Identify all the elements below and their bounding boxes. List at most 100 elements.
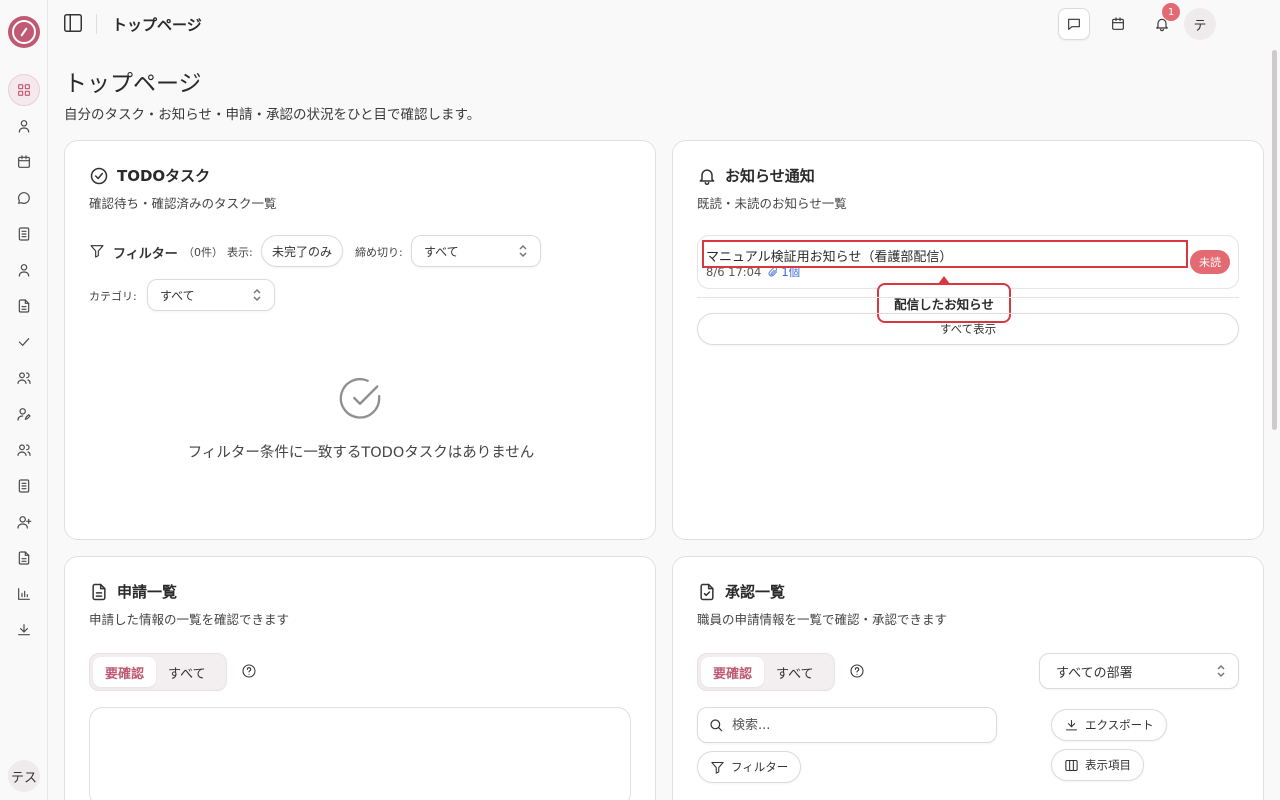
notification-count-badge: 1 bbox=[1162, 3, 1180, 21]
user-avatar[interactable]: テ bbox=[1184, 8, 1216, 40]
sidebar-item-approvals[interactable] bbox=[12, 330, 36, 354]
bell-icon bbox=[699, 168, 715, 185]
sidebar-item-calendar[interactable] bbox=[12, 150, 36, 174]
sidebar-item-profile[interactable] bbox=[12, 114, 36, 138]
deadline-label: 締め切り: bbox=[355, 246, 403, 259]
tab-all[interactable]: すべて bbox=[156, 657, 218, 687]
sidebar-item-staff[interactable] bbox=[12, 258, 36, 282]
divider bbox=[96, 14, 97, 34]
tab-all[interactable]: すべて bbox=[764, 657, 826, 687]
file-check-icon bbox=[700, 583, 714, 600]
todo-filter-label: フィルター bbox=[113, 247, 178, 262]
sidebar-toggle-button[interactable] bbox=[62, 12, 86, 36]
sidebar: テス bbox=[0, 0, 48, 800]
notices-card-header: お知らせ通知 bbox=[697, 165, 815, 186]
category-select[interactable]: すべて bbox=[147, 279, 275, 311]
chevron-updown-icon bbox=[252, 288, 262, 302]
sidebar-item-records[interactable] bbox=[12, 474, 36, 498]
columns-button-label: 表示項目 bbox=[1085, 758, 1131, 772]
show-all-button[interactable]: すべて表示 bbox=[697, 313, 1239, 345]
chevron-updown-icon bbox=[518, 244, 528, 258]
applications-card-header: 申請一覧 bbox=[89, 581, 177, 602]
applications-tab-group: 要確認 すべて bbox=[89, 653, 227, 691]
display-filter-button[interactable]: 未完了のみ bbox=[261, 235, 343, 267]
todo-card-header: TODOタスク bbox=[89, 165, 210, 186]
messages-button[interactable] bbox=[1058, 8, 1090, 40]
approvals-tab-group: 要確認 すべて bbox=[697, 653, 835, 691]
message-square-icon bbox=[1068, 18, 1080, 30]
notice-list-item[interactable]: マニュアル検証用お知らせ（看護部配信） 8/6 17:04 1個 未読 bbox=[697, 235, 1239, 289]
search-input[interactable] bbox=[732, 717, 972, 733]
user-icon bbox=[18, 264, 30, 277]
calendar-icon bbox=[18, 155, 30, 168]
users-icon bbox=[17, 372, 31, 384]
sidebar-item-dashboard[interactable] bbox=[8, 74, 40, 106]
download-icon bbox=[18, 624, 30, 636]
sidebar-item-download[interactable] bbox=[12, 618, 36, 642]
check-circle-icon bbox=[90, 167, 108, 184]
approvals-card: 承認一覧 職員の申請情報を一覧で確認・承認できます 要確認 すべて すべての部署… bbox=[672, 556, 1264, 800]
todo-description: 確認待ち・確認済みのタスク一覧 bbox=[89, 196, 277, 211]
topbar: トップページ 1 テ bbox=[48, 0, 1280, 48]
approvals-search[interactable] bbox=[697, 707, 997, 743]
bar-chart-icon bbox=[18, 588, 30, 600]
todo-card: TODOタスク 確認待ち・確認済みのタスク一覧 フィルター （0件） 表示: 未… bbox=[64, 140, 656, 540]
breadcrumb: トップページ bbox=[112, 16, 202, 34]
deadline-select[interactable]: すべて bbox=[411, 235, 541, 267]
highlight-annotation bbox=[702, 240, 1188, 268]
unread-status-badge: 未読 bbox=[1190, 250, 1230, 274]
scrollbar[interactable] bbox=[1268, 48, 1280, 800]
applications-description: 申請した情報の一覧を確認できます bbox=[89, 612, 290, 627]
sidebar-item-user-edit[interactable] bbox=[12, 402, 36, 426]
filter-button-label: フィルター bbox=[731, 760, 789, 774]
search-icon bbox=[710, 719, 723, 732]
notebook-icon bbox=[18, 479, 30, 493]
department-select[interactable]: すべての部署 bbox=[1039, 653, 1239, 689]
sidebar-item-chat[interactable] bbox=[12, 186, 36, 210]
department-value: すべての部署 bbox=[1056, 665, 1133, 681]
file-text-icon bbox=[92, 583, 106, 600]
notices-description: 既読・未読のお知らせ一覧 bbox=[697, 196, 847, 211]
tab-needs-review[interactable]: 要確認 bbox=[701, 657, 765, 687]
display-label: 表示: bbox=[227, 246, 253, 259]
category-label: カテゴリ: bbox=[89, 290, 137, 303]
page-title: トップページ bbox=[64, 71, 202, 97]
app-logo[interactable] bbox=[8, 16, 40, 48]
sidebar-item-groups[interactable] bbox=[12, 366, 36, 390]
sidebar-item-add-user[interactable] bbox=[12, 510, 36, 534]
tab-needs-review[interactable]: 要確認 bbox=[93, 657, 157, 687]
export-button[interactable]: エクスポート bbox=[1051, 709, 1167, 741]
divider bbox=[697, 297, 1239, 298]
notices-card: お知らせ通知 既読・未読のお知らせ一覧 マニュアル検証用お知らせ（看護部配信） … bbox=[672, 140, 1264, 540]
users-icon bbox=[17, 444, 31, 456]
sidebar-item-notebook[interactable] bbox=[12, 222, 36, 246]
columns-button[interactable]: 表示項目 bbox=[1051, 749, 1144, 781]
calendar-button[interactable] bbox=[1102, 8, 1134, 40]
approvals-card-header: 承認一覧 bbox=[697, 581, 785, 602]
user-icon bbox=[18, 120, 30, 133]
help-icon[interactable] bbox=[849, 663, 865, 683]
chat-icon bbox=[18, 192, 30, 204]
applications-list bbox=[89, 707, 631, 800]
scrollbar-thumb[interactable] bbox=[1272, 50, 1277, 430]
category-value: すべて bbox=[160, 288, 195, 303]
notifications-button[interactable]: 1 bbox=[1146, 3, 1180, 40]
check-icon bbox=[18, 338, 30, 346]
todo-filter-count: （0件） bbox=[183, 246, 223, 259]
file-text-icon bbox=[18, 551, 30, 565]
compass-icon bbox=[12, 20, 36, 44]
sidebar-item-teams[interactable] bbox=[12, 438, 36, 462]
columns-icon bbox=[1065, 759, 1078, 771]
filter-icon bbox=[711, 761, 724, 774]
filter-button[interactable]: フィルター bbox=[697, 751, 802, 783]
sidebar-item-documents[interactable] bbox=[12, 294, 36, 318]
sidebar-item-analytics[interactable] bbox=[12, 582, 36, 606]
sidebar-item-reports[interactable] bbox=[12, 546, 36, 570]
user-avatar[interactable]: テス bbox=[8, 760, 40, 792]
chevron-updown-icon bbox=[1216, 664, 1226, 678]
applications-card: 申請一覧 申請した情報の一覧を確認できます 要確認 すべて bbox=[64, 556, 656, 800]
help-icon[interactable] bbox=[241, 663, 257, 683]
file-text-icon bbox=[18, 299, 30, 313]
approvals-title: 承認一覧 bbox=[725, 583, 786, 601]
empty-check-icon bbox=[337, 375, 383, 425]
